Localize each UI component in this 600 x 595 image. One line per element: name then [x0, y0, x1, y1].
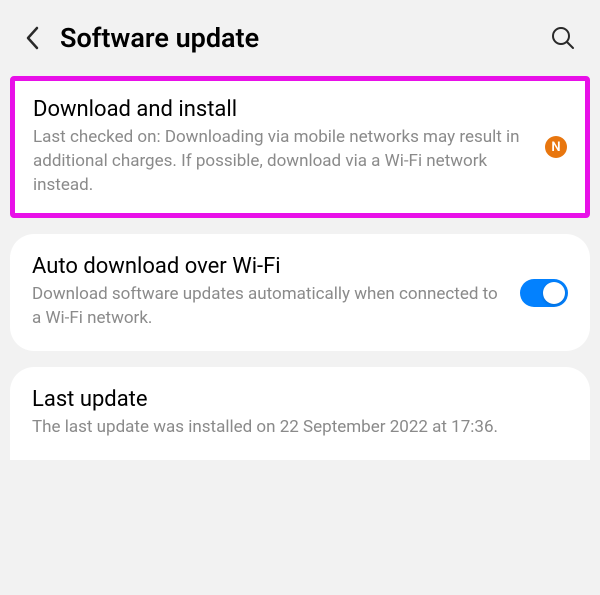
download-install-title: Download and install — [33, 97, 533, 122]
last-update-item[interactable]: Last update The last update was installe… — [10, 367, 590, 460]
card-text: Auto download over Wi-Fi Download softwa… — [32, 254, 520, 331]
content: Download and install Last checked on: Do… — [0, 76, 600, 460]
back-button[interactable] — [24, 24, 42, 52]
auto-download-subtitle: Download software updates automatically … — [32, 283, 508, 331]
toggle-knob — [543, 282, 565, 304]
search-icon — [550, 25, 576, 51]
download-install-subtitle: Last checked on: Downloading via mobile … — [33, 126, 533, 197]
auto-download-title: Auto download over Wi-Fi — [32, 254, 508, 279]
card-content: Download and install Last checked on: Do… — [33, 97, 567, 197]
header: Software update — [0, 0, 600, 76]
search-button[interactable] — [550, 25, 576, 51]
notification-badge: N — [545, 136, 567, 158]
auto-download-toggle[interactable] — [520, 279, 568, 307]
auto-download-item[interactable]: Auto download over Wi-Fi Download softwa… — [10, 234, 590, 351]
download-install-item[interactable]: Download and install Last checked on: Do… — [10, 76, 590, 218]
card-text: Download and install Last checked on: Do… — [33, 97, 545, 197]
last-update-subtitle: The last update was installed on 22 Sept… — [32, 416, 568, 440]
chevron-left-icon — [24, 24, 42, 52]
page-title: Software update — [60, 22, 550, 54]
card-content: Auto download over Wi-Fi Download softwa… — [32, 254, 568, 331]
last-update-title: Last update — [32, 387, 568, 412]
